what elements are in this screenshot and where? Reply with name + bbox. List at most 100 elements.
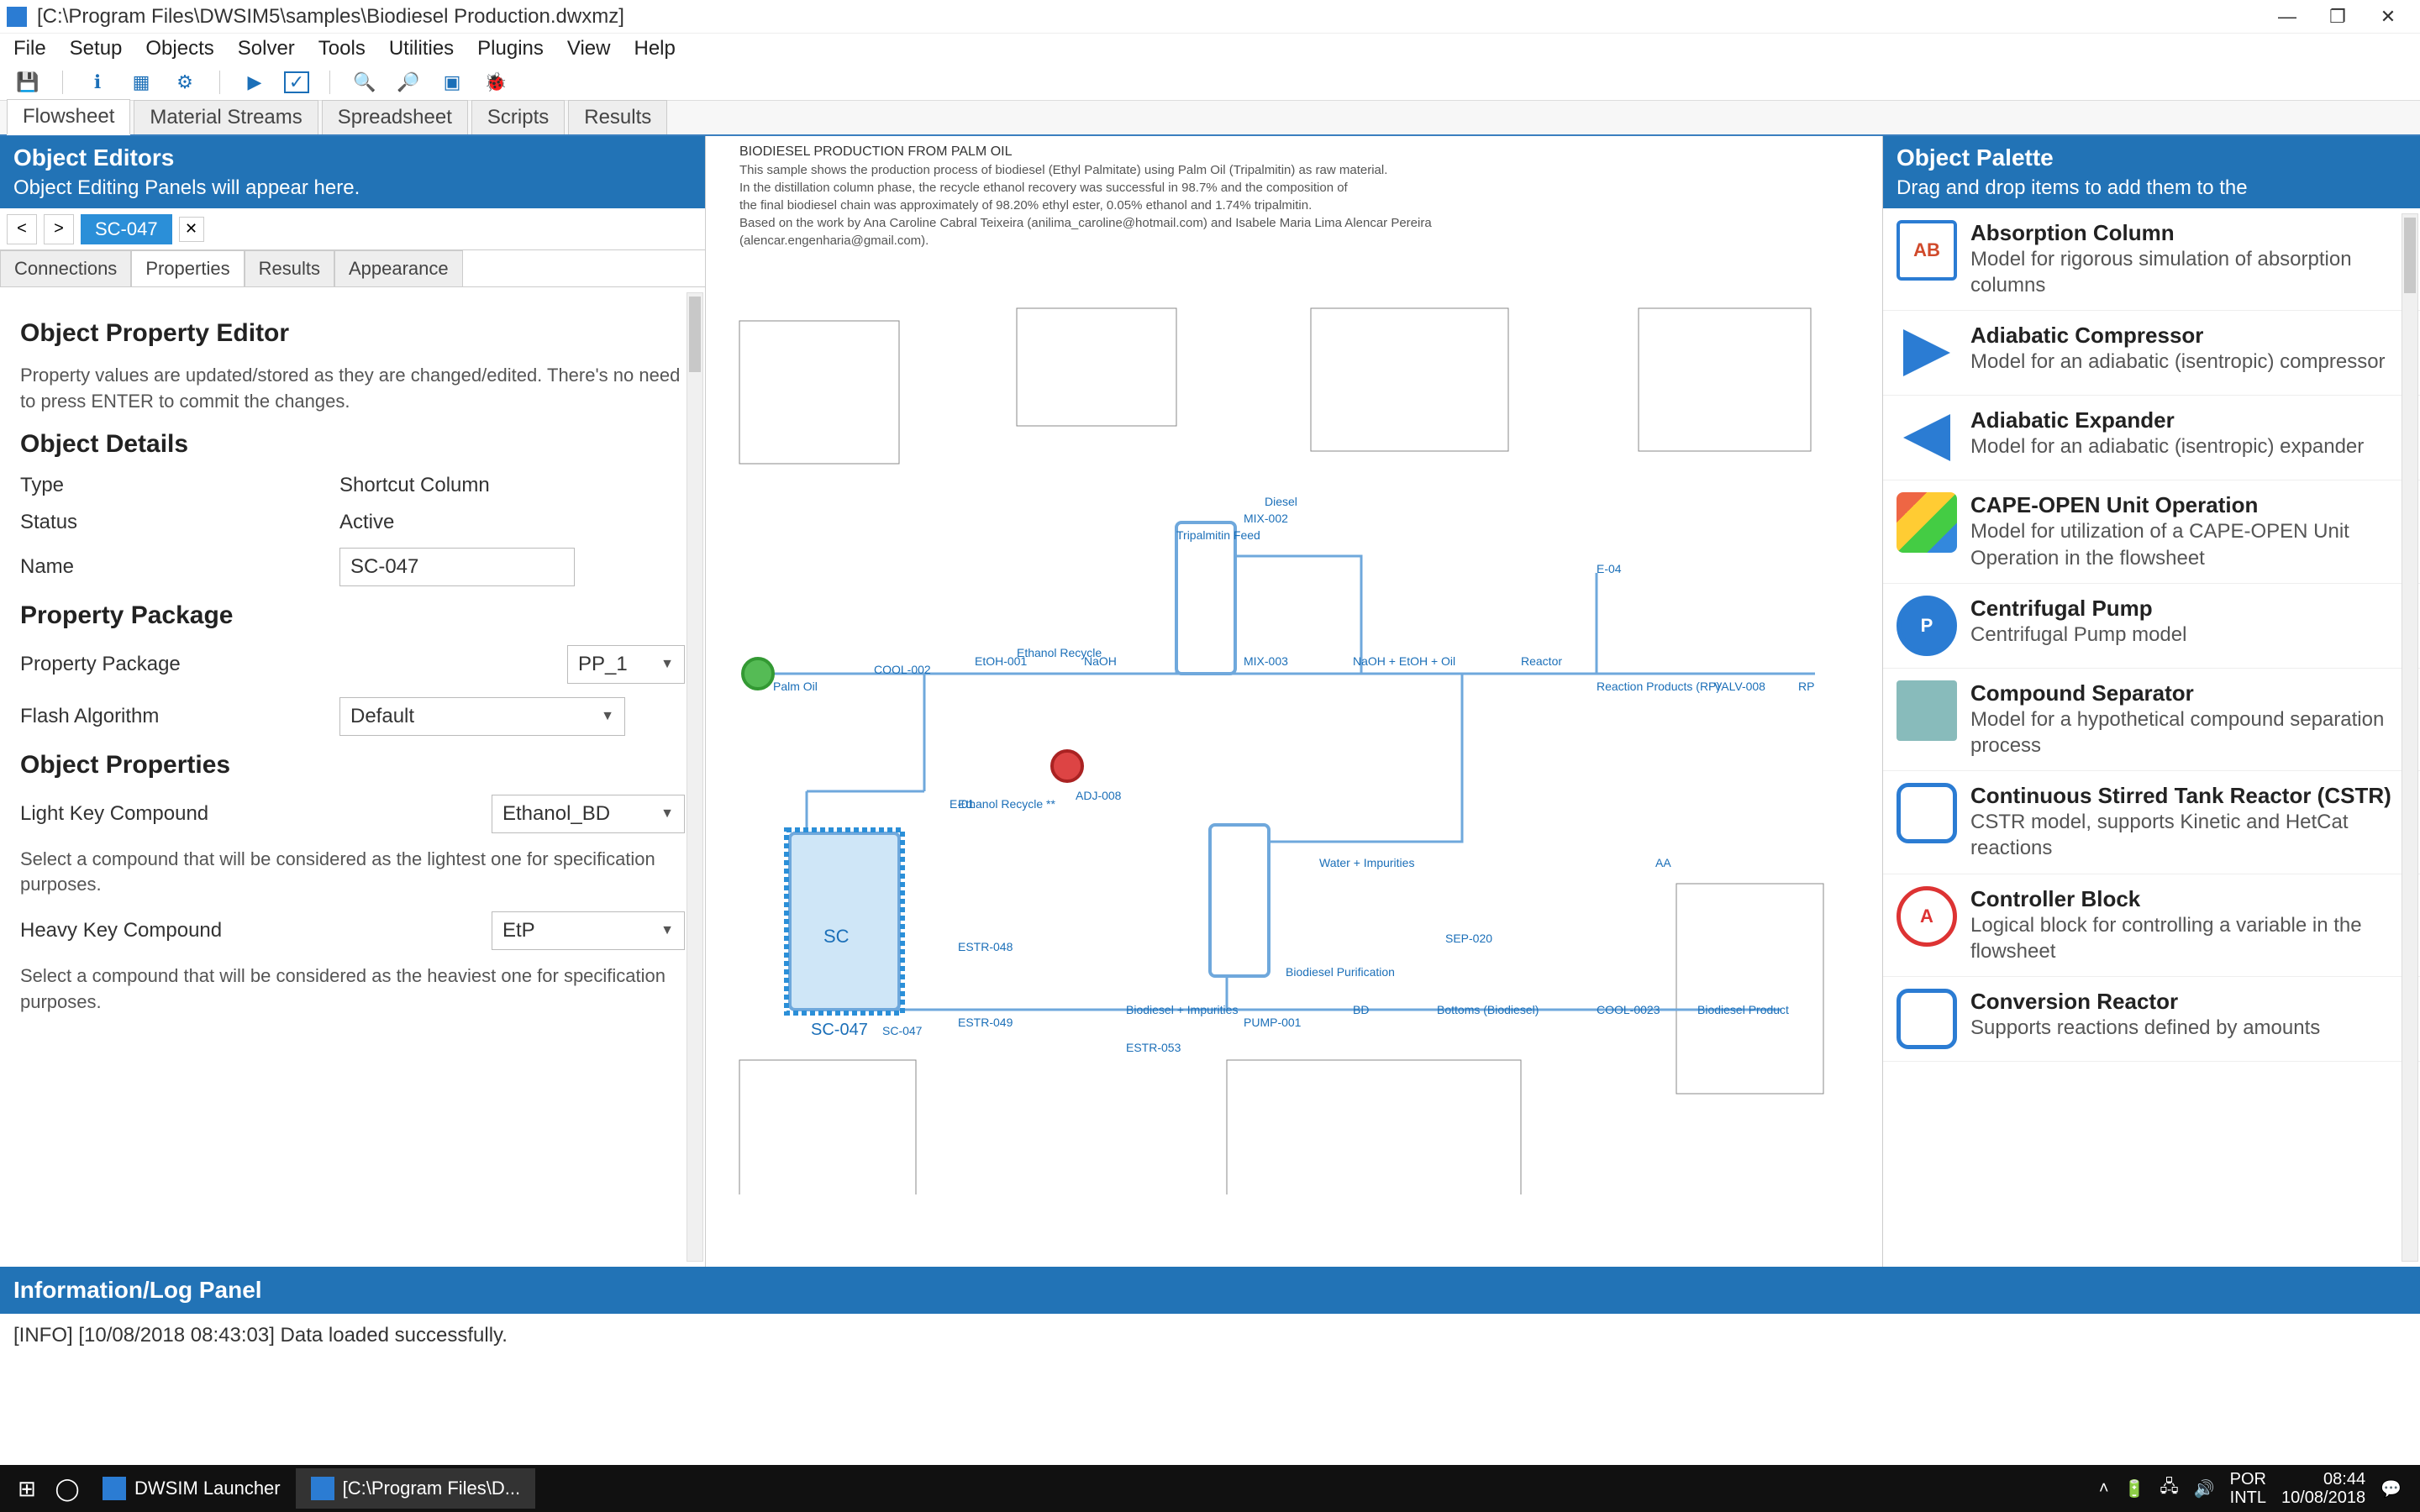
chevron-down-icon: ▼ [660, 923, 674, 938]
palette-item[interactable]: Continuous Stirred Tank Reactor (CSTR)CS… [1883, 771, 2420, 874]
svg-text:SEP-020: SEP-020 [1445, 932, 1492, 945]
svg-text:ESTR-053: ESTR-053 [1126, 1041, 1181, 1054]
tab-results[interactable]: Results [568, 100, 667, 134]
section-property-package: Property Package [20, 601, 685, 630]
minimize-button[interactable]: — [2262, 0, 2312, 34]
toolbar-separator [219, 71, 220, 94]
palette-item-desc: Model for rigorous simulation of absorpt… [1970, 246, 2407, 298]
controller-block-icon: A [1897, 886, 1957, 947]
menu-objects[interactable]: Objects [145, 37, 213, 60]
centrifugal-pump-icon: P [1897, 596, 1957, 656]
object-palette-header: Object Palette Drag and drop items to ad… [1883, 136, 2420, 208]
palette-item-desc: Centrifugal Pump model [1970, 622, 2186, 648]
tray-volume-icon[interactable]: 🔊 [2194, 1478, 2215, 1499]
svg-text:COOL-0023: COOL-0023 [1597, 1003, 1660, 1016]
svg-text:Diesel: Diesel [1265, 495, 1297, 508]
taskbar-item-app[interactable]: [C:\Program Files\D... [296, 1468, 535, 1509]
svg-text:PUMP-001: PUMP-001 [1244, 1016, 1302, 1029]
palette-item-name: Centrifugal Pump [1970, 596, 2186, 622]
palette-scrollbar[interactable] [2402, 213, 2418, 1262]
start-button[interactable]: ⊞ [7, 1468, 47, 1509]
taskbar-item-dwsim-launcher[interactable]: DWSIM Launcher [87, 1468, 296, 1509]
menu-solver[interactable]: Solver [238, 37, 295, 60]
palette-item-name: CAPE-OPEN Unit Operation [1970, 492, 2407, 518]
cortana-button[interactable]: ◯ [47, 1468, 87, 1509]
menu-plugins[interactable]: Plugins [477, 37, 544, 60]
tray-clock[interactable]: 08:44 10/08/2018 [2281, 1470, 2365, 1507]
svg-text:Biodiesel + Impurities: Biodiesel + Impurities [1126, 1003, 1238, 1016]
tab-material-streams[interactable]: Material Streams [134, 100, 318, 134]
menu-view[interactable]: View [567, 37, 611, 60]
breadcrumb-current[interactable]: SC-047 [81, 214, 172, 244]
settings-icon[interactable]: ⚙ [171, 68, 199, 97]
toolbar: 💾 ℹ ▦ ⚙ ▶ ✓ 🔍 🔎 ▣ 🐞 [0, 64, 2420, 101]
svg-text:Ethanol Recycle: Ethanol Recycle [1017, 646, 1102, 659]
select-light-key[interactable]: Ethanol_BD ▼ [492, 795, 685, 833]
palette-item[interactable]: CAPE-OPEN Unit OperationModel for utiliz… [1883, 480, 2420, 583]
tray-date: 10/08/2018 [2281, 1488, 2365, 1507]
select-flash-algorithm[interactable]: Default ▼ [339, 697, 625, 736]
tab-scripts[interactable]: Scripts [471, 100, 565, 134]
adiabatic-expander-icon [1897, 407, 1957, 468]
tray-chevron-up-icon[interactable]: ˄ [2099, 1479, 2109, 1499]
svg-text:Bottoms (Biodiesel): Bottoms (Biodiesel) [1437, 1003, 1539, 1016]
maximize-button[interactable]: ❐ [2312, 0, 2363, 34]
subtab-connections[interactable]: Connections [0, 250, 131, 286]
palette-item-name: Compound Separator [1970, 680, 2407, 706]
menu-tools[interactable]: Tools [318, 37, 366, 60]
save-icon[interactable]: 💾 [13, 68, 42, 97]
menu-help[interactable]: Help [634, 37, 675, 60]
editor-scrollbar[interactable] [687, 292, 703, 1262]
tab-spreadsheet[interactable]: Spreadsheet [322, 100, 468, 134]
tray-notifications-icon[interactable]: 💬 [2381, 1478, 2402, 1499]
palette-item[interactable]: A Controller BlockLogical block for cont… [1883, 874, 2420, 977]
select-property-package[interactable]: PP_1 ▼ [567, 645, 685, 684]
section-object-details: Object Details [20, 430, 685, 459]
menu-file[interactable]: File [13, 37, 46, 60]
svg-text:BD: BD [1353, 1003, 1369, 1016]
grid-icon[interactable]: ▦ [127, 68, 155, 97]
menu-setup[interactable]: Setup [70, 37, 123, 60]
palette-item-desc: Model for an adiabatic (isentropic) comp… [1970, 349, 2386, 375]
breadcrumb-back[interactable]: < [7, 214, 37, 244]
palette-item[interactable]: P Centrifugal PumpCentrifugal Pump model [1883, 584, 2420, 669]
info-icon[interactable]: ℹ [83, 68, 112, 97]
tray-battery-icon[interactable]: 🔋 [2124, 1478, 2145, 1499]
play-icon[interactable]: ▶ [240, 68, 269, 97]
subtab-appearance[interactable]: Appearance [334, 250, 463, 286]
label-status: Status [20, 511, 339, 534]
system-tray[interactable]: ˄ 🔋 🖧 🔊 POR INTL 08:44 10/08/2018 💬 [2099, 1470, 2413, 1507]
zoom-in-icon[interactable]: 🔍 [350, 68, 379, 97]
palette-item[interactable]: AB Absorption ColumnModel for rigorous s… [1883, 208, 2420, 311]
svg-text:Ethanol Recycle **: Ethanol Recycle ** [958, 797, 1056, 811]
close-button[interactable]: ✕ [2363, 0, 2413, 34]
palette-item[interactable]: Adiabatic ExpanderModel for an adiabatic… [1883, 396, 2420, 480]
select-value: Default [350, 705, 414, 728]
check-icon[interactable]: ✓ [284, 71, 309, 93]
palette-item[interactable]: Compound SeparatorModel for a hypothetic… [1883, 669, 2420, 771]
tray-network-icon[interactable]: 🖧 [2160, 1474, 2178, 1503]
palette-item[interactable]: Adiabatic CompressorModel for an adiabat… [1883, 311, 2420, 396]
debug-icon[interactable]: 🐞 [481, 68, 510, 97]
section-object-properties: Object Properties [20, 751, 685, 780]
breadcrumb-forward[interactable]: > [44, 214, 74, 244]
taskbar-item-label: [C:\Program Files\D... [343, 1478, 520, 1499]
input-name[interactable]: SC-047 [339, 548, 575, 586]
svg-text:COOL-002: COOL-002 [874, 663, 931, 676]
zoom-out-icon[interactable]: 🔎 [394, 68, 423, 97]
selected-block-label: SC [823, 926, 850, 947]
tab-flowsheet[interactable]: Flowsheet [7, 99, 130, 135]
subtab-properties[interactable]: Properties [131, 250, 244, 286]
tray-language[interactable]: POR INTL [2230, 1470, 2266, 1507]
subtab-results[interactable]: Results [245, 250, 334, 286]
palette-item[interactable]: Conversion ReactorSupports reactions def… [1883, 977, 2420, 1062]
menu-utilities[interactable]: Utilities [389, 37, 454, 60]
select-heavy-key[interactable]: EtP ▼ [492, 911, 685, 950]
taskbar: ⊞ ◯ DWSIM Launcher [C:\Program Files\D..… [0, 1465, 2420, 1512]
flowsheet-canvas[interactable]: BIODIESEL PRODUCTION FROM PALM OIL This … [706, 136, 1882, 1267]
zoom-fit-icon[interactable]: ▣ [438, 68, 466, 97]
svg-text:Reactor: Reactor [1521, 654, 1562, 668]
palette-list[interactable]: AB Absorption ColumnModel for rigorous s… [1883, 208, 2420, 1267]
tray-lang-bottom: INTL [2230, 1488, 2266, 1507]
breadcrumb-close[interactable]: ✕ [179, 217, 204, 242]
